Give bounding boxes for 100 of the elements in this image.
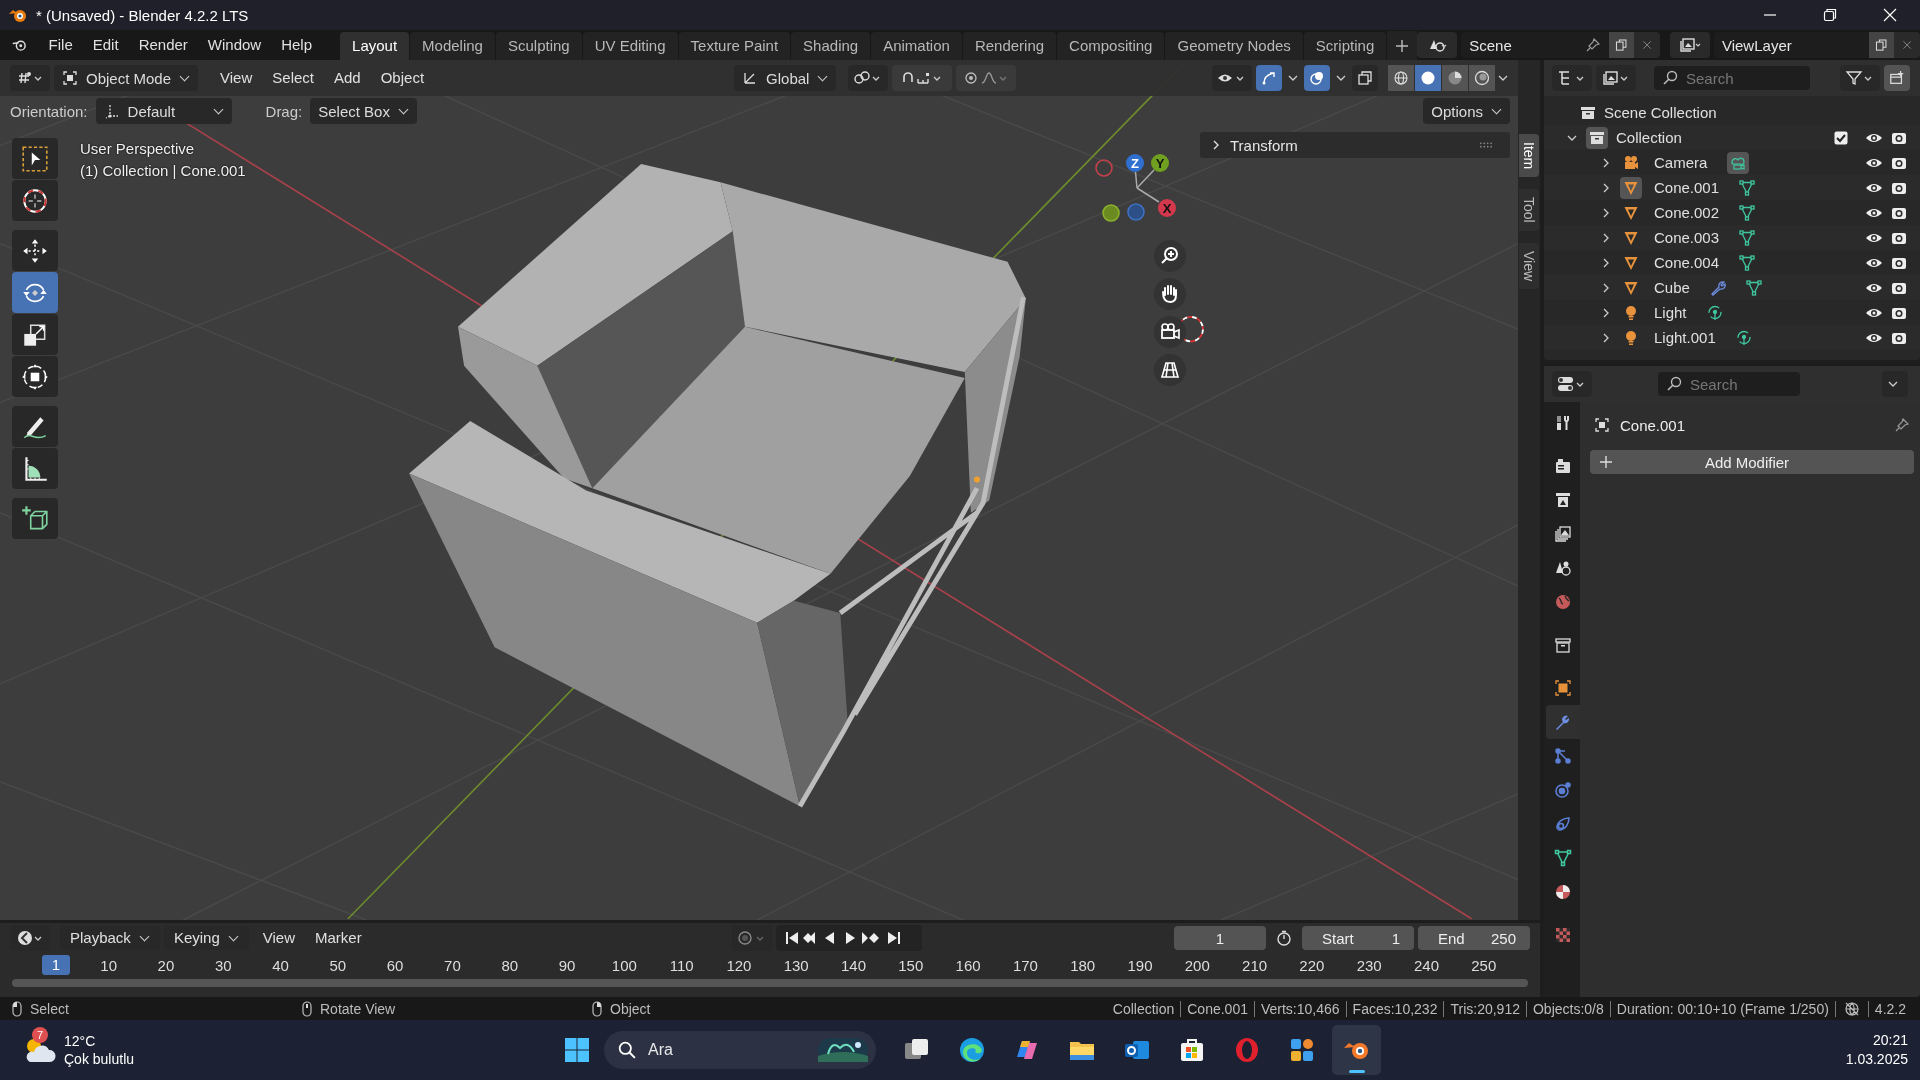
menu-item[interactable]: View bbox=[210, 66, 263, 90]
object-data-icon[interactable] bbox=[1745, 279, 1762, 296]
axis-handle[interactable]: X bbox=[1158, 199, 1176, 217]
hand-icon[interactable] bbox=[1154, 278, 1186, 310]
outliner-item[interactable]: Scene Collection bbox=[1604, 104, 1717, 121]
playhead[interactable]: 1 bbox=[42, 955, 70, 975]
menu-item[interactable]: Marker bbox=[305, 926, 372, 950]
pin-icon[interactable] bbox=[1894, 417, 1910, 433]
options-dropdown[interactable] bbox=[1882, 371, 1908, 397]
menu-item[interactable]: Window bbox=[197, 33, 272, 57]
outliner-item[interactable]: Cone.003 bbox=[1654, 229, 1720, 246]
mode-dropdown[interactable]: Object Mode bbox=[54, 65, 199, 91]
search-field[interactable]: Search bbox=[1658, 372, 1800, 396]
sidebar-tab[interactable]: Tool bbox=[1519, 189, 1539, 231]
object-data-icon[interactable] bbox=[1735, 329, 1752, 346]
filter-dropdown[interactable] bbox=[1840, 65, 1880, 91]
sidebar-tab[interactable]: Item bbox=[1519, 134, 1539, 178]
transform-panel-header[interactable]: Transform bbox=[1200, 132, 1510, 158]
drag-dropdown[interactable]: Select Box bbox=[310, 98, 417, 124]
end-frame-field[interactable]: End 250 bbox=[1418, 926, 1530, 950]
clock-date[interactable]: 1.03.2025 bbox=[1845, 1050, 1908, 1069]
menu-item[interactable]: Keying bbox=[163, 926, 249, 950]
overlays-toggle[interactable] bbox=[1304, 65, 1330, 91]
render-camera-icon[interactable] bbox=[1890, 330, 1908, 345]
view-layer-type-button[interactable] bbox=[1669, 32, 1710, 58]
caret-icon[interactable] bbox=[1498, 75, 1508, 81]
render-camera-icon[interactable] bbox=[1890, 305, 1908, 320]
object-data-icon[interactable] bbox=[1739, 204, 1756, 221]
tool-button[interactable] bbox=[12, 498, 58, 539]
visibility-dropdown[interactable] bbox=[1212, 65, 1252, 91]
tool-button[interactable] bbox=[12, 180, 58, 221]
object-data-icon[interactable] bbox=[1739, 254, 1756, 271]
workspace-tab[interactable]: Geometry Nodes bbox=[1165, 32, 1303, 60]
outliner-item[interactable]: Cone.001 bbox=[1654, 179, 1720, 196]
render-camera-icon[interactable] bbox=[1890, 255, 1908, 270]
caret-icon[interactable] bbox=[1336, 75, 1346, 81]
caret-icon[interactable] bbox=[1288, 75, 1298, 81]
tool-button[interactable] bbox=[12, 230, 58, 271]
shading-button[interactable] bbox=[1388, 65, 1414, 91]
menu-item[interactable]: Playback bbox=[60, 926, 160, 950]
object-data-icon[interactable] bbox=[1727, 151, 1750, 174]
menu-item[interactable]: Edit bbox=[82, 33, 129, 57]
object-data-icon[interactable] bbox=[1739, 179, 1756, 196]
add-modifier-button[interactable]: Add Modifier bbox=[1590, 450, 1914, 474]
object-data-icon[interactable] bbox=[1706, 304, 1723, 321]
axis-handle[interactable] bbox=[1102, 204, 1120, 222]
weather-condition-text[interactable]: Çok bulutlu bbox=[64, 1050, 135, 1068]
checkbox[interactable] bbox=[1834, 130, 1848, 145]
shading-button[interactable] bbox=[1415, 65, 1441, 91]
outliner-item[interactable]: Camera bbox=[1654, 154, 1708, 171]
workspace-tab[interactable]: Texture Paint bbox=[678, 32, 791, 60]
workspace-tab[interactable]: Rendering bbox=[962, 32, 1057, 60]
menu-item[interactable]: Select bbox=[262, 66, 324, 90]
render-camera-icon[interactable] bbox=[1890, 280, 1908, 295]
workspace-tab[interactable]: Compositing bbox=[1057, 32, 1165, 60]
menu-item[interactable]: View bbox=[252, 926, 305, 950]
menu-item[interactable]: File bbox=[38, 33, 83, 57]
wrench-icon[interactable] bbox=[1709, 279, 1726, 296]
shading-button[interactable] bbox=[1442, 65, 1468, 91]
menu-item[interactable]: Object bbox=[370, 66, 435, 90]
xray-toggle[interactable] bbox=[1352, 65, 1378, 91]
axis-handle[interactable] bbox=[1127, 203, 1145, 221]
copy-icon[interactable] bbox=[1608, 32, 1634, 58]
windows-start-icon[interactable] bbox=[562, 1035, 592, 1065]
clock-time[interactable]: 20:21 bbox=[1872, 1031, 1908, 1050]
outliner-item[interactable]: Light.001 bbox=[1654, 329, 1716, 346]
search-field[interactable]: Search bbox=[1654, 66, 1810, 90]
tool-button[interactable] bbox=[12, 138, 58, 179]
copy-icon[interactable] bbox=[1868, 32, 1894, 58]
outliner-item[interactable]: Cone.004 bbox=[1654, 254, 1720, 271]
scene-field[interactable]: Scene bbox=[1461, 32, 1609, 58]
outliner-item[interactable]: Light bbox=[1654, 304, 1687, 321]
render-camera-icon[interactable] bbox=[1890, 230, 1908, 245]
tool-button[interactable] bbox=[12, 356, 58, 397]
object-data-icon[interactable] bbox=[1739, 229, 1756, 246]
render-camera-icon[interactable] bbox=[1890, 130, 1908, 145]
workspace-tab[interactable]: Scripting bbox=[1303, 32, 1387, 60]
taskbar-app-button[interactable] bbox=[1332, 1025, 1381, 1075]
axis-handle[interactable]: Z bbox=[1126, 154, 1144, 172]
current-frame-field[interactable]: 1 bbox=[1174, 926, 1266, 950]
snap-toggle[interactable] bbox=[892, 65, 953, 91]
render-camera-icon[interactable] bbox=[1890, 155, 1908, 170]
render-camera-icon[interactable] bbox=[1890, 205, 1908, 220]
playback-controls[interactable] bbox=[775, 925, 922, 951]
menu-item[interactable]: Add bbox=[324, 66, 371, 90]
pivot-dropdown[interactable] bbox=[848, 65, 889, 91]
workspace-tab[interactable]: UV Editing bbox=[582, 32, 678, 60]
orientation-dropdown[interactable]: Default bbox=[95, 98, 232, 124]
grid-icon[interactable] bbox=[1154, 354, 1186, 386]
tool-button[interactable] bbox=[12, 406, 58, 447]
temperature-text[interactable]: 12°C bbox=[64, 1032, 135, 1050]
camera-icon[interactable] bbox=[1154, 316, 1186, 348]
add-icon[interactable] bbox=[1387, 31, 1418, 61]
tool-button[interactable] bbox=[12, 448, 58, 489]
scene-type-button[interactable] bbox=[1417, 32, 1458, 58]
timeline-scrollbar[interactable] bbox=[12, 979, 1528, 987]
axis-handle[interactable] bbox=[1095, 159, 1113, 177]
start-frame-field[interactable]: Start 1 bbox=[1302, 926, 1414, 950]
editor-type-button[interactable] bbox=[10, 65, 50, 91]
navigation-gizmo[interactable]: Z Y X bbox=[1090, 150, 1180, 230]
